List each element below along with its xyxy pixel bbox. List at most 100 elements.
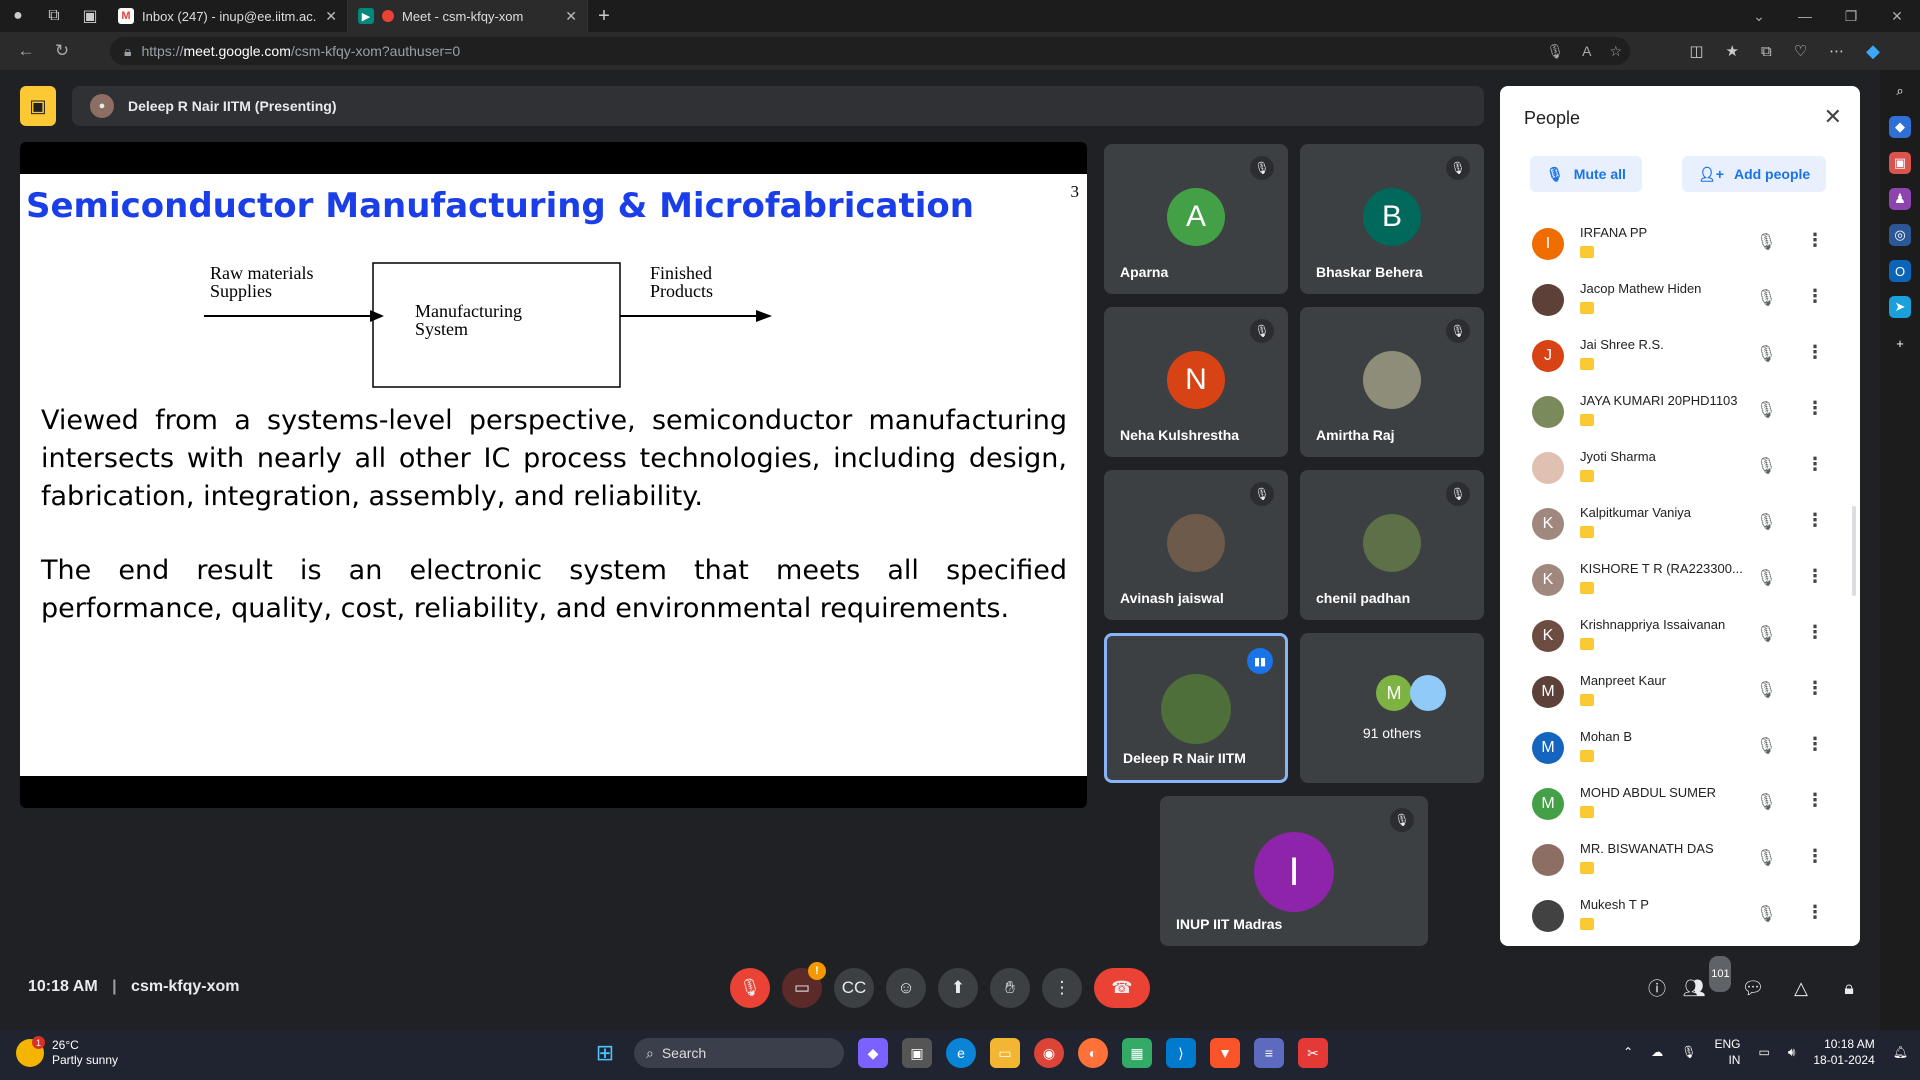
language-indicator[interactable]: ENG IN — [1714, 1036, 1740, 1068]
more-vert-icon[interactable]: ⋮ — [1806, 398, 1824, 419]
brave-icon[interactable]: ▼ — [1210, 1038, 1240, 1068]
more-vert-icon[interactable]: ⋮ — [1806, 734, 1824, 755]
participant-tile[interactable]: 🎙︎ Amirtha Raj — [1300, 307, 1484, 457]
present-button[interactable]: ⬆ — [938, 968, 978, 1008]
participant-row[interactable]: Jyoti Sharma 🎙︎ ⋮ — [1500, 440, 1860, 496]
raise-hand-button[interactable]: ✋︎ — [990, 968, 1030, 1008]
participant-row[interactable]: M Manpreet Kaur 🎙︎ ⋮ — [1500, 664, 1860, 720]
tab-list-icon[interactable]: ⌄ — [1736, 0, 1782, 32]
captions-button[interactable]: CC — [834, 968, 874, 1008]
add-sidebar-icon[interactable]: + — [1889, 332, 1911, 354]
microsoft-365-icon[interactable]: ◎ — [1889, 224, 1911, 246]
participant-tile[interactable]: 🎙︎ I INUP IIT Madras — [1160, 796, 1428, 946]
mic-off-icon[interactable]: 🎙︎ — [1756, 512, 1776, 532]
leave-call-button[interactable]: ☎︎ — [1094, 968, 1150, 1008]
tools-icon[interactable]: ▣ — [1889, 152, 1911, 174]
onedrive-icon[interactable]: ☁ — [1651, 1045, 1663, 1059]
more-vert-icon[interactable]: ⋮ — [1806, 454, 1824, 475]
people-icon[interactable]: 👥︎ 101 — [1683, 956, 1732, 1006]
more-options-button[interactable]: ⋮ — [1042, 968, 1082, 1008]
others-tile[interactable]: M 91 others — [1300, 633, 1484, 783]
task-view-icon[interactable]: ▣ — [902, 1038, 932, 1068]
add-people-button[interactable]: 👤︎+ Add people — [1682, 156, 1827, 192]
mic-off-icon[interactable]: 🎙︎ — [1756, 456, 1776, 476]
favorite-star-icon[interactable]: ☆ — [1609, 43, 1622, 60]
url-field[interactable]: 🔒︎ https://meet.google.com/csm-kfqy-xom?… — [110, 37, 1630, 65]
more-vert-icon[interactable]: ⋮ — [1806, 846, 1824, 867]
participant-row[interactable]: M MOHD ABDUL SUMER 🎙︎ ⋮ — [1500, 776, 1860, 832]
notification-icon[interactable]: 🔔︎ — [1893, 1045, 1908, 1059]
stop-presenting-icon[interactable]: ▣ — [20, 86, 56, 126]
participant-tile[interactable]: 🎙︎ N Neha Kulshrestha — [1104, 307, 1288, 457]
outlook-icon[interactable]: O — [1889, 260, 1911, 282]
mic-off-icon[interactable]: 🎙︎ — [1756, 904, 1776, 924]
close-window-icon[interactable]: ✕ — [1874, 0, 1920, 32]
participant-row[interactable]: I IRFANA PP 🎙︎ ⋮ — [1500, 216, 1860, 272]
mic-off-icon[interactable]: 🎙︎ — [1756, 680, 1776, 700]
search-icon[interactable]: ⌕ — [1889, 80, 1911, 102]
performance-icon[interactable]: ♡ — [1794, 42, 1807, 60]
send-icon[interactable]: ➤ — [1889, 296, 1911, 318]
split-screen-icon[interactable]: ◫ — [1689, 42, 1703, 60]
participant-row[interactable]: MR. BISWANATH DAS 🎙︎ ⋮ — [1500, 832, 1860, 888]
favorites-icon[interactable]: ★ — [1726, 42, 1739, 60]
participant-row[interactable]: Mukesh T P 🎙︎ ⋮ — [1500, 888, 1860, 944]
more-vert-icon[interactable]: ⋮ — [1806, 902, 1824, 923]
more-vert-icon[interactable]: ⋮ — [1806, 678, 1824, 699]
taskbar-search[interactable]: ⌕ Search — [634, 1038, 844, 1068]
reactions-button[interactable]: ☺ — [886, 968, 926, 1008]
microphone-icon[interactable]: 🎙︎ — [1546, 43, 1564, 60]
participant-tile[interactable]: 🎙︎ B Bhaskar Behera — [1300, 144, 1484, 294]
info-icon[interactable]: ⓘ — [1646, 970, 1668, 1006]
edge-icon[interactable]: e — [946, 1038, 976, 1068]
participant-tile-active-speaker[interactable]: ▮▮ Deleep R Nair IITM — [1104, 633, 1288, 783]
tab-meet[interactable]: ▶ Meet - csm-kfqy-xom ✕ — [348, 0, 588, 32]
chrome-icon[interactable]: ◉ — [1034, 1038, 1064, 1068]
clock[interactable]: 10:18 AM 18-01-2024 — [1813, 1036, 1874, 1068]
activities-icon[interactable]: △ — [1790, 970, 1812, 1006]
more-vert-icon[interactable]: ⋮ — [1806, 566, 1824, 587]
tab-gmail[interactable]: M Inbox (247) - inup@ee.iitm.ac.in ✕ — [108, 0, 348, 32]
mic-off-icon[interactable]: 🎙︎ — [1756, 736, 1776, 756]
mic-off-icon[interactable]: 🎙︎ — [1756, 400, 1776, 420]
copilot-icon[interactable]: ◆ — [1866, 41, 1880, 62]
more-vert-icon[interactable]: ⋮ — [1806, 286, 1824, 307]
host-controls-icon[interactable]: 🔒︎ — [1838, 970, 1860, 1006]
volume-icon[interactable]: 🔊︎ — [1788, 1045, 1796, 1060]
windows-start-icon[interactable]: ⊞ — [590, 1038, 620, 1068]
participant-row[interactable]: K Kalpitkumar Vaniya 🎙︎ ⋮ — [1500, 496, 1860, 552]
profile-icon[interactable]: ● — [0, 0, 36, 32]
camera-toggle-button[interactable]: ▭! — [782, 962, 826, 1008]
mic-tray-icon[interactable]: 🎙︎ — [1681, 1045, 1696, 1059]
refresh-icon[interactable]: ↻ — [44, 32, 80, 70]
weather-widget[interactable]: 26°C Partly sunny 1 — [16, 1036, 118, 1068]
close-tab-icon[interactable]: ✕ — [325, 8, 337, 25]
restore-icon[interactable]: ❐ — [1828, 0, 1874, 32]
mic-off-icon[interactable]: 🎙︎ — [1756, 232, 1776, 252]
close-icon[interactable]: ✕ — [1824, 104, 1842, 130]
minimize-icon[interactable]: — — [1782, 0, 1828, 32]
scrollbar[interactable] — [1852, 506, 1856, 596]
mic-off-icon[interactable]: 🎙︎ — [1756, 568, 1776, 588]
mic-off-icon[interactable]: 🎙︎ — [1756, 792, 1776, 812]
mic-off-icon[interactable]: 🎙︎ — [1756, 624, 1776, 644]
file-explorer-icon[interactable]: ▭ — [990, 1038, 1020, 1068]
tab-actions-icon[interactable]: ▣ — [72, 0, 108, 32]
more-vert-icon[interactable]: ⋮ — [1806, 622, 1824, 643]
shopping-icon[interactable]: ◆ — [1889, 116, 1911, 138]
mic-off-icon[interactable]: 🎙︎ — [1756, 344, 1776, 364]
mute-all-button[interactable]: 🎙︎ Mute all — [1530, 156, 1642, 192]
participant-tile[interactable]: 🎙︎ chenil padhan — [1300, 470, 1484, 620]
more-vert-icon[interactable]: ⋮ — [1806, 790, 1824, 811]
more-vert-icon[interactable]: ⋮ — [1806, 230, 1824, 251]
participant-tile[interactable]: 🎙︎ A Aparna — [1104, 144, 1288, 294]
vscode-icon[interactable]: ⟩ — [1166, 1038, 1196, 1068]
read-aloud-icon[interactable]: A — [1582, 43, 1591, 59]
games-icon[interactable]: ♟ — [1889, 188, 1911, 210]
more-vert-icon[interactable]: ⋮ — [1806, 510, 1824, 531]
chat-icon[interactable]: 💬︎ — [1742, 970, 1765, 1006]
participant-row[interactable]: M Mohan B 🎙︎ ⋮ — [1500, 720, 1860, 776]
mic-off-icon[interactable]: 🎙︎ — [1756, 288, 1776, 308]
snipping-tool-icon[interactable]: ✂ — [1298, 1038, 1328, 1068]
copilot-app-icon[interactable]: ◆ — [858, 1038, 888, 1068]
